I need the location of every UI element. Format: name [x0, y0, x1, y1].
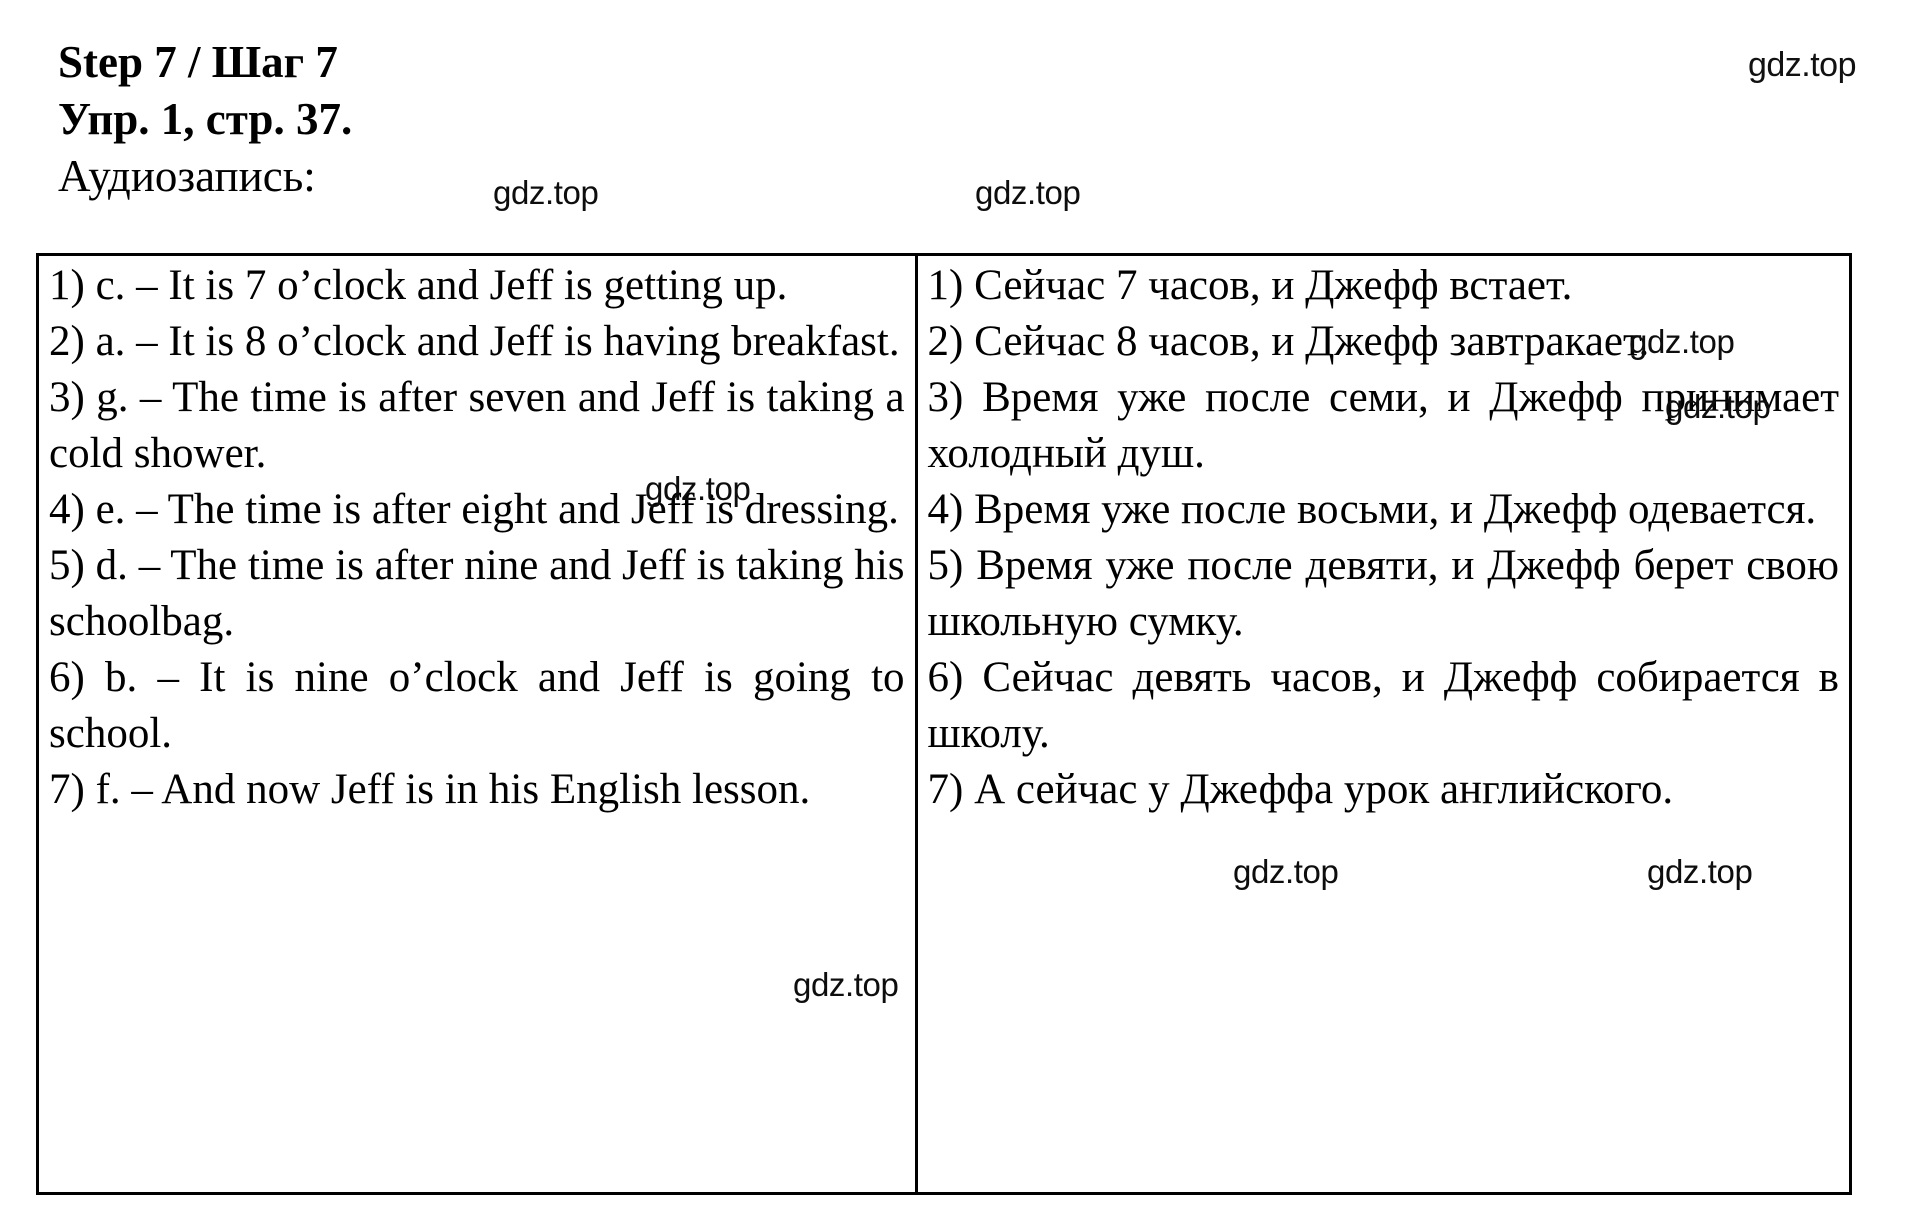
table-row: 1) c. – It is 7 o’clock and Jeff is gett…: [49, 262, 788, 309]
table-column-russian: 1) Сейчас 7 часов, и Джефф встает. 2) Сей…: [918, 256, 1849, 1192]
watermark-corner: gdz.top: [1747, 46, 1857, 84]
table-row: 4) Время уже после восьми, и Джефф одева…: [927, 486, 1817, 533]
table-row: 2) Сейчас 8 часов, и Джефф завтракает.: [927, 318, 1650, 365]
table-row: 5) d. – The time is after nine and Jeff …: [49, 542, 905, 645]
document-page: gdz.top Step 7 / Шаг 7 Упр. 1, стр. 37. …: [0, 0, 1908, 1222]
table-row: 1) Сейчас 7 часов, и Джефф встает.: [927, 262, 1573, 309]
page-title-step: Step 7 / Шаг 7: [58, 37, 338, 87]
page-header: Step 7 / Шаг 7 Упр. 1, стр. 37. Аудиозап…: [58, 34, 1258, 205]
page-title-exercise: Упр. 1, стр. 37.: [58, 94, 353, 144]
table-row: 2) a. – It is 8 o’clock and Jeff is havi…: [49, 318, 900, 365]
table-row: 7) А сейчас у Джеффа урок английского.: [927, 766, 1674, 813]
table-row: 3) g. – The time is after seven and Jeff…: [49, 374, 905, 477]
table-column-english: 1) c. – It is 7 o’clock and Jeff is gett…: [39, 256, 918, 1192]
table-row: 5) Время уже после девяти, и Джефф берет…: [927, 542, 1839, 645]
table-row: 3) Время уже после семи, и Джефф принима…: [927, 374, 1839, 477]
table-row: 6) Сейчас девять часов, и Джефф собирает…: [927, 654, 1839, 757]
audio-label: Аудиозапись:: [58, 151, 316, 201]
answers-table: 1) c. – It is 7 o’clock and Jeff is gett…: [36, 253, 1852, 1195]
table-row: 4) e. – The time is after eight and Jeff…: [49, 486, 899, 533]
table-row: 6) b. – It is nine o’clock and Jeff is g…: [49, 654, 905, 757]
table-row: 7) f. – And now Jeff is in his English l…: [49, 766, 811, 813]
